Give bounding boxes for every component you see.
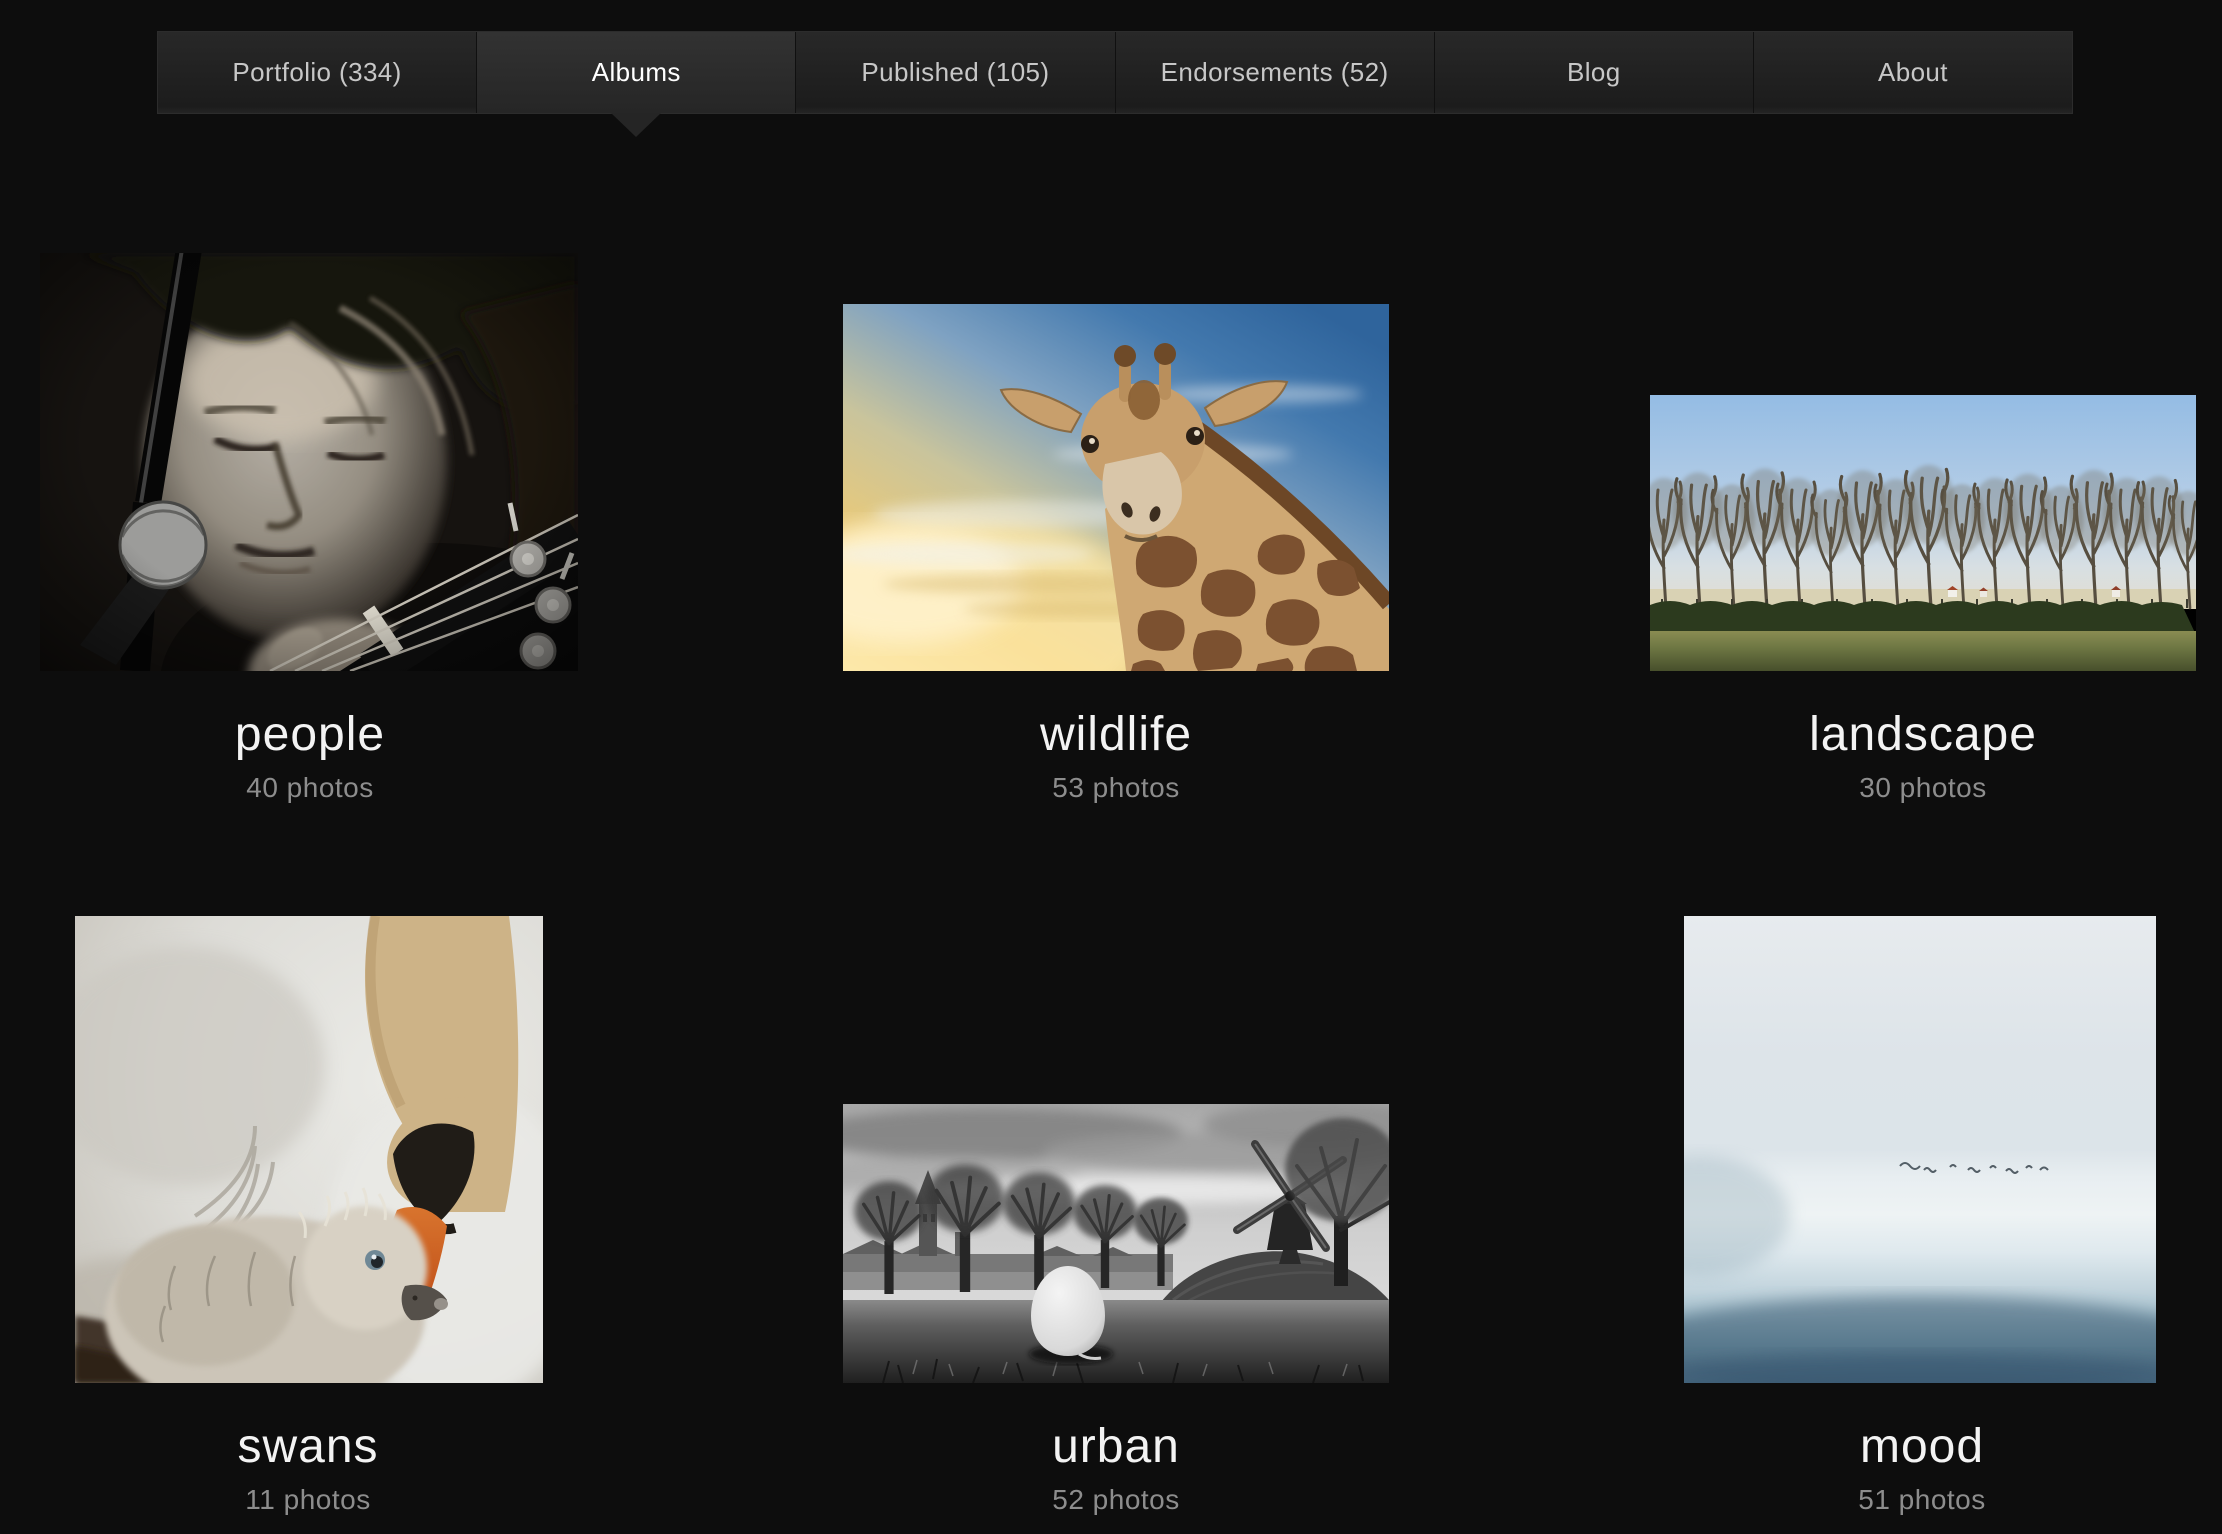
tab-endorsements[interactable]: Endorsements (52) (1116, 32, 1435, 113)
tab-label: Blog (1567, 57, 1621, 88)
album-thumbnail-landscape[interactable] (1650, 395, 2196, 671)
album-photo-count: 30 photos (1573, 772, 2222, 804)
tab-albums[interactable]: Albums (477, 32, 796, 113)
album-photo-count: 51 photos (1572, 1484, 2222, 1516)
tab-label: Portfolio (334) (232, 57, 401, 88)
album-title[interactable]: swans (0, 1422, 658, 1472)
album-title[interactable]: urban (766, 1422, 1466, 1472)
mood-photo-illustration (1684, 916, 2156, 1383)
album-photo-count: 11 photos (0, 1484, 658, 1516)
tab-label: About (1878, 57, 1948, 88)
album-photo-count: 52 photos (766, 1484, 1466, 1516)
album-thumbnail-wildlife[interactable] (843, 304, 1389, 671)
album-photo-count: 53 photos (766, 772, 1466, 804)
tab-about[interactable]: About (1754, 32, 2072, 113)
tab-label: Albums (592, 57, 681, 88)
swans-photo-illustration (75, 916, 543, 1383)
album-title[interactable]: wildlife (766, 710, 1466, 760)
album-title[interactable]: people (0, 710, 660, 760)
album-title[interactable]: mood (1572, 1422, 2222, 1472)
tab-portfolio[interactable]: Portfolio (334) (158, 32, 477, 113)
album-thumbnail-urban[interactable] (843, 1104, 1389, 1383)
album-caption: wildlife 53 photos (766, 710, 1466, 804)
profile-tab-bar: Portfolio (334) Albums Published (105) E… (157, 31, 2073, 114)
people-photo-illustration (40, 253, 578, 671)
urban-photo-illustration (843, 1104, 1389, 1383)
tab-blog[interactable]: Blog (1435, 32, 1754, 113)
active-tab-pointer-icon (611, 113, 661, 137)
album-caption: landscape 30 photos (1573, 710, 2222, 804)
tab-label: Endorsements (52) (1161, 57, 1389, 88)
tab-published[interactable]: Published (105) (796, 32, 1115, 113)
wildlife-photo-illustration (843, 304, 1389, 671)
albums-page: Portfolio (334) Albums Published (105) E… (0, 0, 2222, 1534)
album-title[interactable]: landscape (1573, 710, 2222, 760)
album-thumbnail-people[interactable] (40, 253, 578, 671)
album-caption: mood 51 photos (1572, 1422, 2222, 1516)
landscape-photo-illustration (1650, 395, 2196, 671)
tab-label: Published (105) (861, 57, 1049, 88)
album-thumbnail-swans[interactable] (75, 916, 543, 1383)
album-caption: swans 11 photos (0, 1422, 658, 1516)
album-thumbnail-mood[interactable] (1684, 916, 2156, 1383)
album-caption: urban 52 photos (766, 1422, 1466, 1516)
album-photo-count: 40 photos (0, 772, 660, 804)
album-caption: people 40 photos (0, 710, 660, 804)
